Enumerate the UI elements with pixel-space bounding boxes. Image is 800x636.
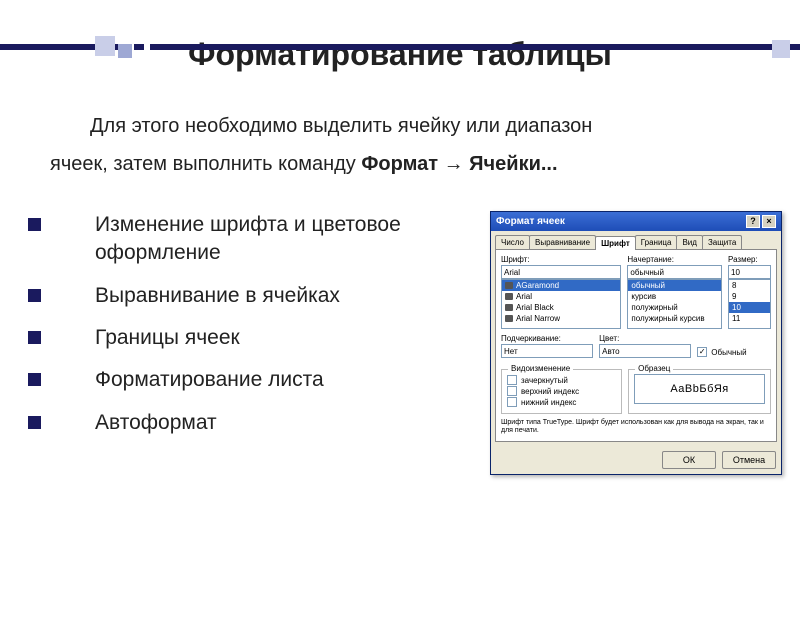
style-option[interactable]: обычный [628,280,721,291]
tab-alignment[interactable]: Выравнивание [529,235,596,249]
list-item: Границы ячеек [28,324,490,352]
size-label: Размер: [728,255,771,264]
close-button[interactable]: × [762,215,776,228]
font-label: Шрифт: [501,255,621,264]
slide-top-decor [0,36,800,66]
color-label: Цвет: [599,334,691,343]
tab-border[interactable]: Граница [635,235,678,249]
truetype-icon [505,315,513,322]
effects-group: Видоизменение зачеркнутый верхний индекс… [501,369,622,414]
tab-font[interactable]: Шрифт [595,236,636,250]
sample-preview: АаВbБбЯя [634,374,765,404]
intro-command: Формат → Ячейки... [361,153,557,175]
size-option[interactable]: 10 [729,302,770,313]
underline-label: Подчеркивание: [501,334,593,343]
dialog-button-row: ОК Отмена [491,446,781,474]
style-option[interactable]: курсив [628,291,721,302]
underline-select[interactable] [501,344,593,358]
bullet-text: Автоформат [67,409,217,437]
size-input[interactable] [728,265,771,279]
decor-bar [150,44,800,50]
color-select[interactable] [599,344,691,358]
bullet-icon [28,416,41,429]
tab-number[interactable]: Число [495,235,530,249]
bullet-text: Выравнивание в ячейках [67,282,340,310]
list-item: Изменение шрифта и цветовое оформление [28,211,490,268]
superscript-label: верхний индекс [521,387,579,396]
style-listbox[interactable]: обычный курсив полужирный полужирный кур… [627,279,722,329]
effects-group-title: Видоизменение [508,364,573,373]
truetype-note: Шрифт типа TrueType. Шрифт будет использ… [501,419,771,436]
font-option[interactable]: Arial Black [502,302,620,313]
subscript-checkbox[interactable] [507,397,517,407]
normal-checkbox[interactable]: ✓ [697,347,707,357]
truetype-icon [505,293,513,300]
sample-group-title: Образец [635,364,673,373]
tab-strip: Число Выравнивание Шрифт Граница Вид Защ… [491,231,781,249]
superscript-checkbox[interactable] [507,386,517,396]
bullet-icon [28,373,41,386]
bullet-icon [28,289,41,302]
font-listbox[interactable]: AGaramond Arial Arial Black Arial Narrow [501,279,621,329]
list-item: Форматирование листа [28,366,490,394]
font-option[interactable]: Arial Narrow [502,313,620,324]
strikethrough-checkbox[interactable] [507,375,517,385]
help-button[interactable]: ? [746,215,760,228]
font-option[interactable]: Arial [502,291,620,302]
size-option[interactable]: 9 [729,291,770,302]
dialog-titlebar: Формат ячеек ? × [491,212,781,231]
intro-line2-prefix: ячеек, затем выполнить команду [50,153,361,175]
cancel-button[interactable]: Отмена [722,451,776,469]
list-item: Выравнивание в ячейках [28,282,490,310]
size-option[interactable]: 8 [729,280,770,291]
intro-text: Для этого необходимо выделить ячейку или… [50,107,750,183]
ok-button[interactable]: ОК [662,451,716,469]
sample-group: Образец АаВbБбЯя [628,369,771,414]
bullet-icon [28,218,41,231]
format-cells-dialog: Формат ячеек ? × Число Выравнивание Шриф… [490,211,782,475]
tab-pane: Шрифт: AGaramond Arial Arial Black Arial… [495,249,777,442]
truetype-icon [505,304,513,311]
style-option[interactable]: полужирный [628,302,721,313]
truetype-icon [505,282,513,289]
list-item: Автоформат [28,409,490,437]
decor-square-icon [118,44,132,58]
size-option[interactable]: 11 [729,313,770,324]
strikethrough-label: зачеркнутый [521,376,568,385]
font-option[interactable]: AGaramond [502,280,620,291]
bullet-list: Изменение шрифта и цветовое оформление В… [28,211,490,475]
style-input[interactable] [627,265,722,279]
style-label: Начертание: [627,255,722,264]
font-input[interactable] [501,265,621,279]
dialog-title: Формат ячеек [496,216,565,227]
tab-patterns[interactable]: Вид [676,235,702,249]
bullet-text: Изменение шрифта и цветовое оформление [67,211,490,268]
normal-checkbox-label: Обычный [711,348,746,357]
bullet-text: Форматирование листа [67,366,324,394]
style-option[interactable]: полужирный курсив [628,313,721,324]
bullet-icon [28,331,41,344]
decor-square-icon [772,40,790,58]
decor-bar [134,44,144,50]
bullet-text: Границы ячеек [67,324,240,352]
tab-protection[interactable]: Защита [702,235,742,249]
decor-square-icon [95,36,115,56]
size-listbox[interactable]: 8 9 10 11 [728,279,771,329]
intro-line1: Для этого необходимо выделить ячейку или… [90,115,592,137]
subscript-label: нижний индекс [521,398,576,407]
